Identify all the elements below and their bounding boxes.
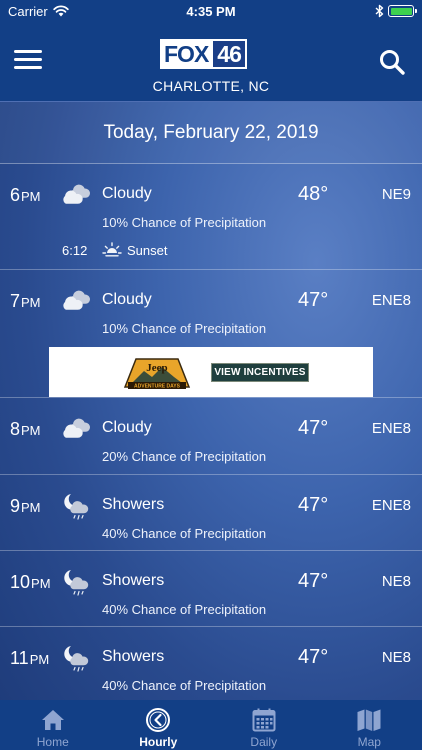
svg-text:Jeep: Jeep (146, 362, 167, 374)
wind-label: ENE8 (371, 497, 411, 514)
hour-row[interactable]: 8PM Cloudy 47° ENE8 20% Chance of Precip… (0, 397, 422, 475)
tab-label: Home (36, 735, 69, 749)
wind-label: NE9 (381, 186, 411, 203)
tab-hourly[interactable]: Hourly (106, 700, 212, 750)
search-icon[interactable] (378, 48, 406, 76)
hour-row[interactable]: 11PM Showers 47° NE8 40% Chance of Preci… (0, 627, 422, 700)
condition-label: Cloudy (102, 291, 152, 308)
hour-label: 10PM (10, 572, 51, 592)
precipitation-label: 10% Chance of Precipitation (102, 321, 267, 336)
tab-label: Hourly (139, 735, 178, 749)
cloudy-icon (63, 418, 90, 438)
wind-label: NE8 (381, 573, 411, 590)
temperature-label: 47° (298, 570, 329, 592)
cloudy-icon (63, 184, 90, 204)
precipitation-label: 40% Chance of Precipitation (102, 526, 267, 541)
clock-icon (146, 708, 171, 732)
condition-label: Showers (102, 572, 165, 589)
sunset-label: Sunset (127, 243, 168, 258)
home-icon (41, 710, 64, 730)
location-label: CHARLOTTE, NC (152, 78, 270, 94)
hour-label: 6PM (10, 185, 41, 205)
temperature-label: 47° (298, 289, 329, 311)
tab-bar: Home Hourly Daily Map (0, 700, 422, 750)
logo-fox-text: FOX (160, 39, 212, 69)
tab-label: Map (357, 735, 381, 749)
temperature-label: 47° (298, 417, 329, 439)
menu-button[interactable] (14, 50, 42, 72)
temperature-label: 48° (298, 183, 329, 205)
jeep-adventure-days-logo: Jeep ADVENTURE DAYS (123, 358, 191, 390)
wind-label: ENE8 (371, 292, 411, 309)
svg-text:ADVENTURE DAYS: ADVENTURE DAYS (134, 384, 181, 390)
condition-label: Cloudy (102, 185, 152, 202)
fox46-logo: FOX 46 (160, 39, 262, 69)
hour-row[interactable]: 6PM Cloudy 48° NE9 10% Chance of Precipi… (0, 164, 422, 270)
status-bar: Carrier 4:35 PM (0, 0, 422, 22)
calendar-icon (252, 708, 276, 732)
hour-label: 7PM (10, 291, 41, 311)
hour-label: 8PM (10, 419, 41, 439)
hour-row[interactable]: 9PM Showers 47° ENE8 40% Chance of Preci… (0, 475, 422, 551)
battery-icon (388, 5, 417, 17)
status-right (375, 4, 417, 18)
hour-label: 11PM (10, 648, 50, 668)
condition-label: Showers (102, 648, 165, 665)
hamburger-icon-line (14, 58, 42, 61)
hamburger-icon-line (14, 50, 42, 53)
wifi-icon (53, 5, 69, 17)
precipitation-label: 40% Chance of Precipitation (102, 602, 267, 617)
wind-label: ENE8 (371, 420, 411, 437)
precipitation-label: 10% Chance of Precipitation (102, 215, 267, 230)
temperature-label: 47° (298, 494, 329, 516)
temperature-label: 47° (298, 646, 329, 668)
tab-home[interactable]: Home (0, 700, 106, 750)
date-header: Today, February 22, 2019 (0, 102, 422, 164)
cloudy-icon (63, 290, 90, 310)
hour-row[interactable]: 10PM Showers 47° NE8 40% Chance of Preci… (0, 551, 422, 627)
wind-label: NE8 (381, 649, 411, 666)
night-showers-icon (64, 494, 89, 520)
hour-row[interactable]: 7PM Cloudy 47° ENE8 10% Chance of Precip… (0, 270, 422, 347)
night-showers-icon (64, 646, 89, 672)
sunset-icon (102, 242, 122, 257)
ad-banner[interactable]: Jeep ADVENTURE DAYS VIEW INCENTIVES (49, 347, 373, 397)
logo-channel-text: 46 (211, 39, 247, 69)
condition-label: Cloudy (102, 419, 152, 436)
hamburger-icon-line (14, 66, 42, 69)
tab-label: Daily (250, 735, 278, 749)
night-showers-icon (64, 570, 89, 596)
sunset-time-label: 6:12 (62, 243, 88, 258)
app-header: FOX 46 CHARLOTTE, NC (0, 22, 422, 102)
tab-daily[interactable]: Daily (211, 700, 317, 750)
bluetooth-icon (375, 4, 384, 18)
condition-label: Showers (102, 496, 165, 513)
precipitation-label: 20% Chance of Precipitation (102, 449, 267, 464)
map-icon (357, 709, 381, 731)
battery-fill (390, 7, 412, 15)
carrier-label: Carrier (8, 3, 48, 19)
view-incentives-button[interactable]: VIEW INCENTIVES (211, 363, 309, 382)
precipitation-label: 40% Chance of Precipitation (102, 678, 267, 693)
status-left: Carrier (8, 4, 69, 19)
hour-label: 9PM (10, 496, 41, 516)
tab-map[interactable]: Map (317, 700, 422, 750)
